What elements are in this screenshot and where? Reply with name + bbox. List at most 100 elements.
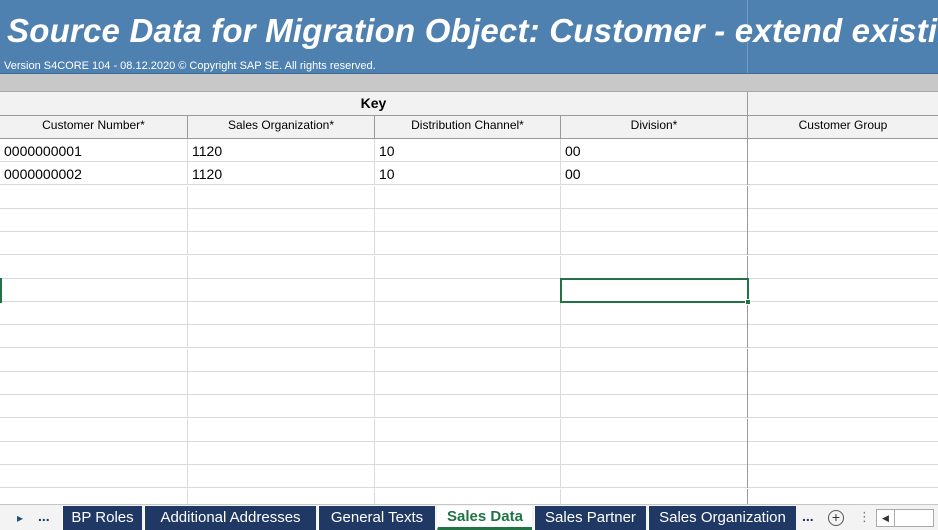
table-cell[interactable] [375,208,561,232]
table-cell[interactable] [188,441,375,465]
table-cell[interactable] [375,185,561,209]
table-cell[interactable] [188,278,375,302]
table-cell[interactable] [748,442,938,465]
table-cell[interactable] [375,255,561,279]
table-cell[interactable] [561,348,748,372]
table-cell[interactable] [375,441,561,465]
header-customer-group[interactable]: Customer Group [748,116,938,138]
table-cell[interactable] [0,441,188,465]
tab-sales-data[interactable]: Sales Data [437,506,532,530]
table-cell[interactable] [375,488,561,504]
table-cell[interactable] [375,372,561,395]
table-cell[interactable] [561,302,748,326]
table-cell[interactable] [0,325,188,349]
tab-sales-partner[interactable]: Sales Partner [534,506,646,530]
table-cell[interactable] [188,302,375,326]
table-cell[interactable]: 10 [375,139,561,162]
table-cell[interactable] [0,278,188,302]
table-cell[interactable] [188,395,375,419]
table-cell[interactable] [375,325,561,349]
table-cell[interactable] [188,208,375,232]
add-sheet-icon[interactable]: + [828,510,844,526]
fill-handle[interactable] [745,299,751,305]
table-cell[interactable] [561,488,748,504]
table-cell[interactable]: 0000000001 [0,139,188,162]
table-cell[interactable] [0,465,188,489]
table-cell[interactable] [188,418,375,442]
table-cell[interactable] [0,348,188,372]
tab-additional-addresses[interactable]: Additional Addresses [144,506,316,530]
table-cell[interactable] [188,465,375,489]
table-cell[interactable] [375,465,561,489]
table-cell[interactable] [561,395,748,419]
table-cell[interactable] [561,208,748,232]
header-customer-number[interactable]: Customer Number* [0,116,188,138]
tab-scroll-right-icon[interactable]: ▸ [10,509,30,527]
table-cell[interactable] [375,418,561,442]
table-cell[interactable] [188,232,375,256]
table-cell[interactable] [375,395,561,419]
table-cell[interactable] [748,209,938,232]
table-cell[interactable] [188,372,375,395]
table-cell[interactable] [0,488,188,504]
horizontal-scrollbar[interactable]: ◀ [876,509,934,527]
table-cell[interactable] [0,418,188,442]
table-cell[interactable]: 00 [561,139,748,162]
table-cell[interactable] [561,255,748,279]
table-cell[interactable] [0,208,188,232]
table-cell[interactable] [748,139,938,162]
table-cell[interactable] [748,162,938,185]
table-cell[interactable] [561,372,748,395]
table-cell[interactable] [0,255,188,279]
table-cell[interactable] [375,278,561,302]
table-cell[interactable] [561,441,748,465]
table-cell[interactable] [561,418,748,442]
table-cell[interactable] [0,302,188,326]
table-cell[interactable] [748,325,938,348]
table-cell[interactable]: 00 [561,162,748,186]
tab-sales-organization[interactable]: Sales Organization [648,506,796,530]
table-cell[interactable] [748,419,938,442]
table-cell[interactable] [561,325,748,349]
table-cell[interactable] [375,348,561,372]
tab-bp-roles[interactable]: BP Roles [62,506,142,530]
scroll-left-arrow-icon[interactable]: ◀ [877,510,895,526]
table-cell[interactable] [188,185,375,209]
table-cell[interactable] [561,232,748,256]
table-cell[interactable] [561,185,748,209]
split-handle-icon[interactable]: ⋮ [858,509,871,525]
key-group-header[interactable]: Key [0,92,748,115]
table-cell[interactable] [748,489,938,505]
header-sales-organization[interactable]: Sales Organization* [188,116,375,138]
table-cell[interactable] [748,279,938,302]
header-distribution-channel[interactable]: Distribution Channel* [375,116,561,138]
table-cell[interactable] [375,232,561,256]
table-cell[interactable] [188,348,375,372]
table-cell[interactable] [375,302,561,326]
table-cell[interactable] [188,325,375,349]
tab-general-texts[interactable]: General Texts [318,506,435,530]
selected-cell[interactable] [560,278,751,305]
tabs-overflow-right[interactable]: ... [802,508,814,524]
tabs-overflow-left[interactable]: ... [38,508,50,524]
table-cell[interactable]: 10 [375,162,561,186]
table-cell[interactable] [188,255,375,279]
table-cell[interactable] [748,395,938,418]
table-cell[interactable] [748,465,938,488]
table-cell[interactable] [748,302,938,325]
table-cell[interactable] [748,232,938,255]
table-cell[interactable] [748,186,938,209]
table-cell[interactable] [0,232,188,256]
table-cell[interactable] [748,256,938,279]
table-cell[interactable]: 0000000002 [0,162,188,186]
table-cell[interactable]: 1120 [188,139,375,162]
table-cell[interactable] [0,372,188,395]
table-cell[interactable] [561,465,748,489]
table-cell[interactable] [0,395,188,419]
table-cell[interactable] [0,185,188,209]
header-division[interactable]: Division* [561,116,748,138]
table-cell[interactable] [748,349,938,372]
table-cell[interactable]: 1120 [188,162,375,186]
table-cell[interactable] [748,372,938,395]
table-cell[interactable] [188,488,375,504]
